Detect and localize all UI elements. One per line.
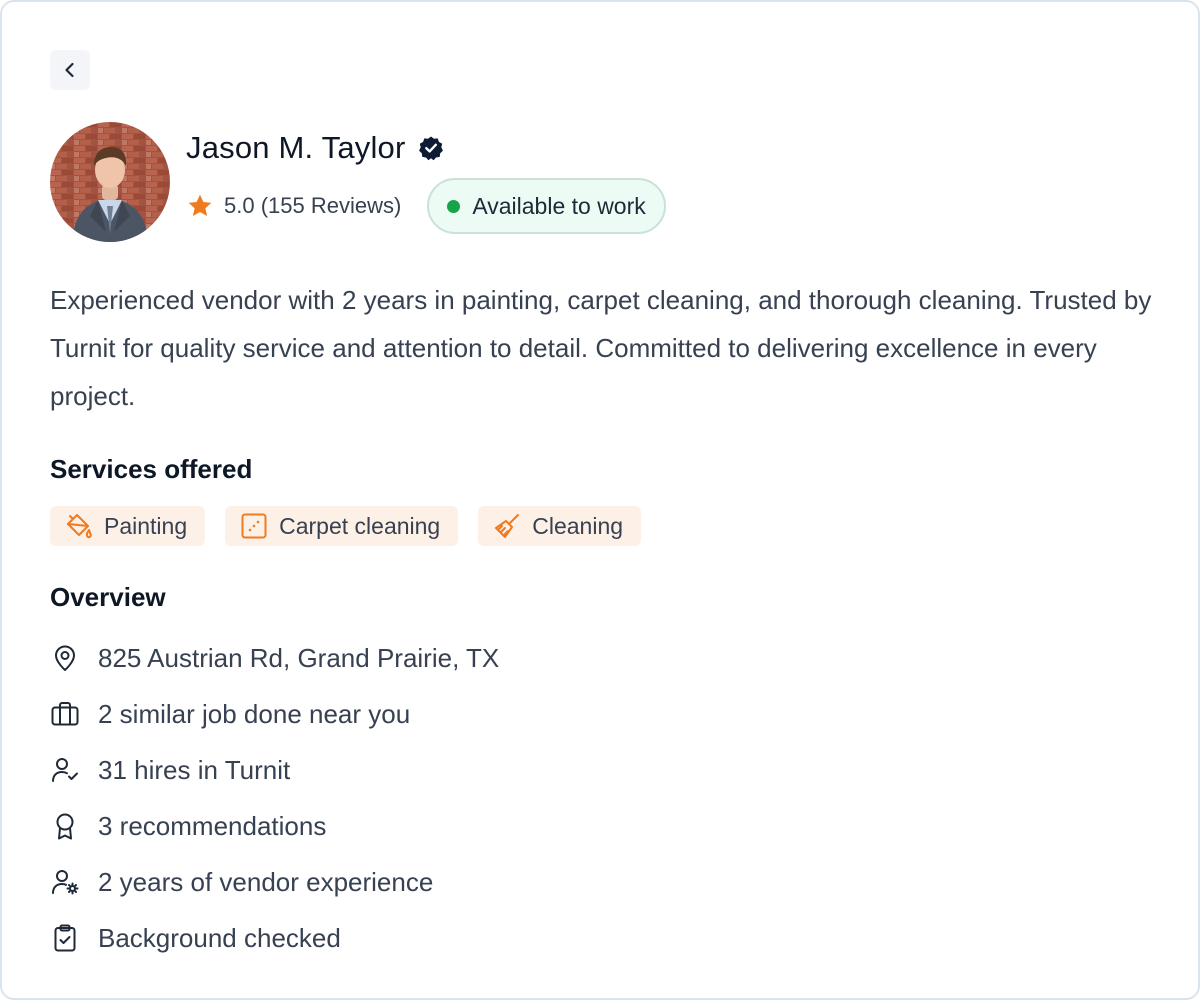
overview-item-background-check: Background checked [50,910,499,966]
overview-text: Background checked [98,922,341,953]
services-title: Services offered [50,454,253,484]
rating[interactable]: 5.0 (155 Reviews) [186,192,401,220]
star-icon [188,194,212,217]
vendor-bio: Experienced vendor with 2 years in paint… [50,285,1152,411]
rating-row: 5.0 (155 Reviews) Available to work [186,178,666,234]
overview-text: 825 Austrian Rd, Grand Prairie, TX [98,642,500,673]
user-gear-icon [52,870,79,895]
overview-list: 825 Austrian Rd, Grand Prairie, TX 2 sim… [50,630,499,966]
location-pin-icon [55,645,75,671]
vendor-profile-card: Jason M. Taylor 5.0 (155 Reviews) Availa… [0,0,1200,1000]
rating-text: 5.0 (155 Reviews) [224,193,402,218]
overview-text: 31 hires in Turnit [98,754,291,785]
service-label: Carpet cleaning [279,512,441,539]
service-chip-painting[interactable]: Painting [50,506,206,546]
overview-item-experience: 2 years of vendor experience [50,854,499,910]
paint-bucket-icon [67,514,92,539]
availability-label: Available to work [472,192,646,219]
user-check-icon [52,758,78,782]
overview-item-location: 825 Austrian Rd, Grand Prairie, TX [50,630,499,686]
name-row: Jason M. Taylor [186,126,444,170]
chevron-left-icon [65,62,74,78]
services-list: Painting Carpet cleaning Cleaning [50,506,642,546]
avatar [50,122,170,242]
overview-title: Overview [50,582,166,612]
broom-icon [495,514,520,538]
overview-text: 2 similar job done near you [98,698,411,729]
service-chip-carpet-cleaning[interactable]: Carpet cleaning [225,506,459,546]
overview-text: 3 recommendations [98,810,327,841]
briefcase-icon [51,702,79,726]
overview-text: 2 years of vendor experience [98,866,434,897]
service-label: Painting [104,512,188,539]
award-icon [56,813,74,840]
availability-dot [447,199,461,213]
verified-badge-icon [418,136,443,161]
overview-item-recommendations: 3 recommendations [50,798,499,854]
service-chip-cleaning[interactable]: Cleaning [478,506,642,546]
vendor-name: Jason M. Taylor [186,130,406,165]
service-label: Cleaning [532,512,624,539]
carpet-icon [241,513,267,539]
overview-item-hires: 31 hires in Turnit [50,742,499,798]
back-button[interactable] [50,50,90,90]
overview-item-similar-jobs: 2 similar job done near you [50,686,499,742]
availability-badge: Available to work [427,178,666,234]
clipboard-check-icon [54,924,76,952]
